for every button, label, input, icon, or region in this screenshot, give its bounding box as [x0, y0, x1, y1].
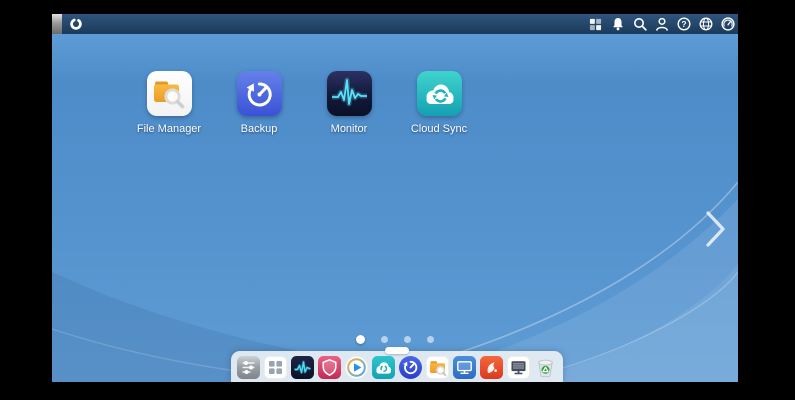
desktop: File Manager Backup [52, 34, 738, 382]
remote-display-icon[interactable] [453, 356, 476, 379]
app-launcher-grid-icon[interactable] [264, 356, 287, 379]
swirl-logo[interactable] [69, 17, 83, 31]
nas-desktop-window: ? [52, 14, 738, 382]
cloud-sync-icon [417, 71, 462, 116]
next-page-arrow[interactable] [705, 210, 727, 253]
notification-bell-icon[interactable] [610, 17, 625, 32]
page-dot-2[interactable] [381, 336, 388, 343]
page-dot-1[interactable] [356, 335, 365, 344]
app-label: Cloud Sync [411, 123, 467, 135]
media-player-icon[interactable] [345, 356, 368, 379]
topbar: ? [52, 14, 738, 34]
backup-restore-icon[interactable] [399, 356, 422, 379]
dashboard-gauge-icon[interactable] [720, 17, 735, 32]
security-shield-icon[interactable] [318, 356, 341, 379]
pagination-dots [356, 335, 434, 344]
globe-language-icon[interactable] [698, 17, 713, 32]
file-manager-icon [147, 71, 192, 116]
app-file-manager[interactable]: File Manager [124, 71, 214, 135]
file-manager-icon[interactable] [426, 356, 449, 379]
app-label: Monitor [331, 123, 368, 135]
help-glyph: ? [681, 19, 686, 29]
page-dot-3[interactable] [404, 336, 411, 343]
cloud-sync-icon[interactable] [372, 356, 395, 379]
help-icon[interactable]: ? [676, 17, 691, 32]
external-display-icon[interactable] [507, 356, 530, 379]
topbar-edge-strip [52, 14, 62, 34]
swirl-app-icon[interactable] [480, 356, 503, 379]
app-label: Backup [241, 123, 278, 135]
app-backup[interactable]: Backup [214, 71, 304, 135]
topbar-icon-group: ? [588, 17, 738, 32]
activity-pulse-icon [327, 71, 372, 116]
dock [231, 351, 563, 382]
app-cloud-sync[interactable]: Cloud Sync [394, 71, 484, 135]
search-icon[interactable] [632, 17, 647, 32]
dock-handle[interactable] [385, 347, 409, 354]
activity-pulse-icon[interactable] [291, 356, 314, 379]
app-monitor[interactable]: Monitor [304, 71, 394, 135]
recycle-bin-icon[interactable] [534, 356, 557, 379]
desktop-app-grid: File Manager Backup [124, 71, 484, 135]
backup-restore-icon [237, 71, 282, 116]
apps-grid-icon[interactable] [588, 17, 603, 32]
quick-settings-icon[interactable] [237, 356, 260, 379]
app-label: File Manager [137, 123, 201, 135]
user-icon[interactable] [654, 17, 669, 32]
page-dot-4[interactable] [427, 336, 434, 343]
